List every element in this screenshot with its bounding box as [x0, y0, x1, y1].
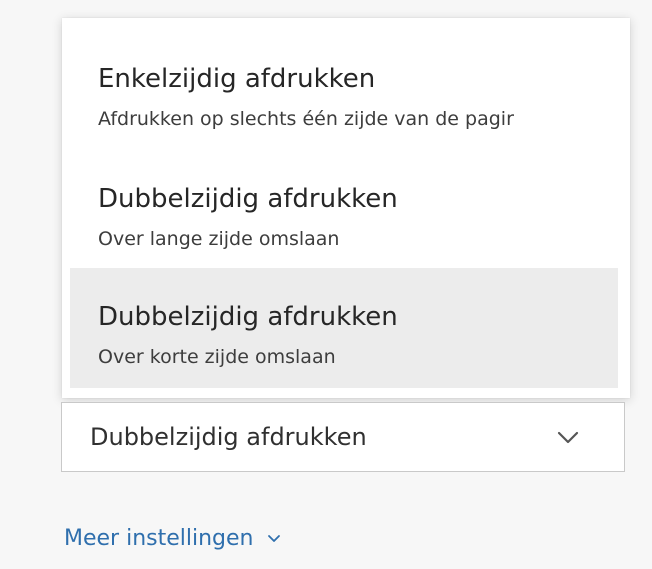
duplex-select[interactable]: Dubbelzijdig afdrukken: [61, 402, 625, 472]
print-settings-panel: Enkelzijdig afdrukken Afdrukken op slech…: [0, 0, 652, 569]
duplex-dropdown-menu: Enkelzijdig afdrukken Afdrukken op slech…: [62, 18, 630, 398]
dropdown-option-duplex-short-edge[interactable]: Dubbelzijdig afdrukken Over korte zijde …: [70, 268, 618, 388]
more-settings-label: Meer instellingen: [64, 526, 254, 551]
dropdown-option-duplex-long-edge[interactable]: Dubbelzijdig afdrukken Over lange zijde …: [70, 150, 618, 270]
option-subtitle: Afdrukken op slechts één zijde van de pa…: [98, 108, 514, 130]
option-subtitle: Over lange zijde omslaan: [98, 228, 340, 250]
option-title: Enkelzijdig afdrukken: [98, 64, 376, 94]
dropdown-option-single-sided[interactable]: Enkelzijdig afdrukken Afdrukken op slech…: [70, 30, 618, 150]
option-title: Dubbelzijdig afdrukken: [98, 302, 398, 332]
option-subtitle: Over korte zijde omslaan: [98, 346, 336, 368]
selected-value: Dubbelzijdig afdrukken: [90, 423, 367, 451]
more-settings-link[interactable]: Meer instellingen: [64, 526, 281, 552]
chevron-down-icon: [557, 431, 579, 444]
chevron-down-icon: [267, 535, 280, 542]
option-title: Dubbelzijdig afdrukken: [98, 184, 398, 214]
